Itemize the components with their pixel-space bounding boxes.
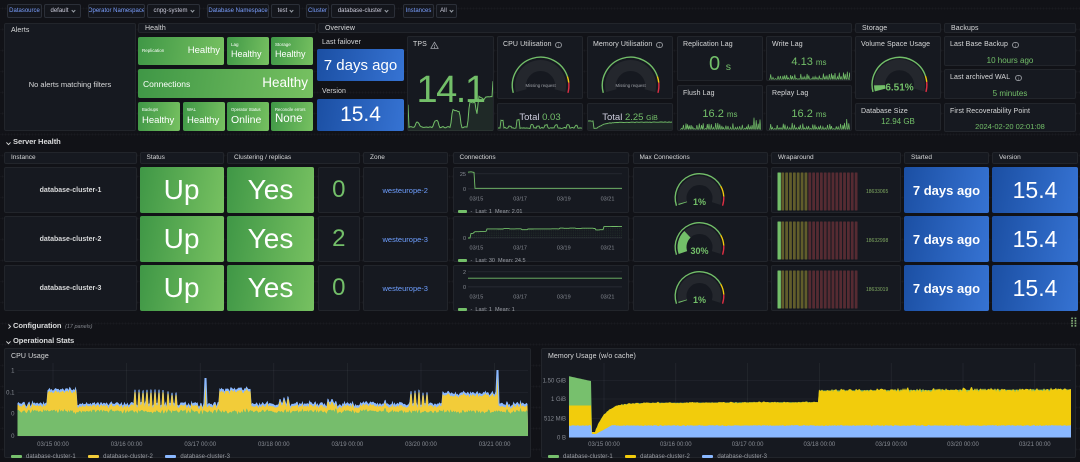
svg-text:0: 0 (462, 236, 465, 242)
svg-text:03/19: 03/19 (556, 196, 570, 202)
svg-text:03/21 00:00: 03/21 00:00 (479, 442, 511, 448)
svg-text:0: 0 (11, 411, 15, 417)
svg-text:25: 25 (459, 172, 465, 178)
svg-text:512 MiB: 512 MiB (544, 416, 566, 422)
svg-text:03/19 00:00: 03/19 00:00 (332, 442, 364, 448)
svg-text:0: 0 (462, 285, 465, 291)
svg-text:1%: 1% (692, 295, 705, 305)
svg-text:03/18 00:00: 03/18 00:00 (804, 442, 836, 448)
svg-text:03/17: 03/17 (513, 294, 527, 300)
svg-text:03/19 00:00: 03/19 00:00 (875, 442, 907, 448)
svg-text:2: 2 (462, 270, 465, 276)
svg-text:03/20 00:00: 03/20 00:00 (405, 442, 437, 448)
svg-text:03/17: 03/17 (513, 196, 527, 202)
svg-text:03/19: 03/19 (556, 245, 570, 251)
svg-text:03/17: 03/17 (513, 245, 527, 251)
svg-text:03/21: 03/21 (600, 294, 614, 300)
svg-text:6.51%: 6.51% (885, 83, 913, 94)
svg-text:0: 0 (462, 187, 465, 193)
svg-text:Missing request: Missing request (526, 83, 557, 88)
svg-text:03/21 00:00: 03/21 00:00 (1019, 442, 1051, 448)
svg-text:0 B: 0 B (557, 435, 566, 441)
svg-text:30%: 30% (690, 246, 708, 256)
svg-text:03/21: 03/21 (600, 245, 614, 251)
svg-text:03/19: 03/19 (556, 294, 570, 300)
svg-text:1%: 1% (692, 197, 705, 207)
svg-text:03/15: 03/15 (469, 294, 483, 300)
svg-text:0.1: 0.1 (6, 390, 15, 396)
svg-text:03/15: 03/15 (469, 196, 483, 202)
svg-text:1.50 GiB: 1.50 GiB (543, 378, 566, 384)
svg-text:03/20 00:00: 03/20 00:00 (947, 442, 979, 448)
svg-text:0: 0 (11, 434, 15, 440)
svg-text:1 GiB: 1 GiB (551, 397, 566, 403)
svg-text:1: 1 (11, 368, 15, 374)
svg-text:03/15: 03/15 (469, 245, 483, 251)
svg-text:Missing request: Missing request (616, 83, 647, 88)
svg-text:03/18 00:00: 03/18 00:00 (258, 442, 290, 448)
svg-text:03/21: 03/21 (600, 196, 614, 202)
